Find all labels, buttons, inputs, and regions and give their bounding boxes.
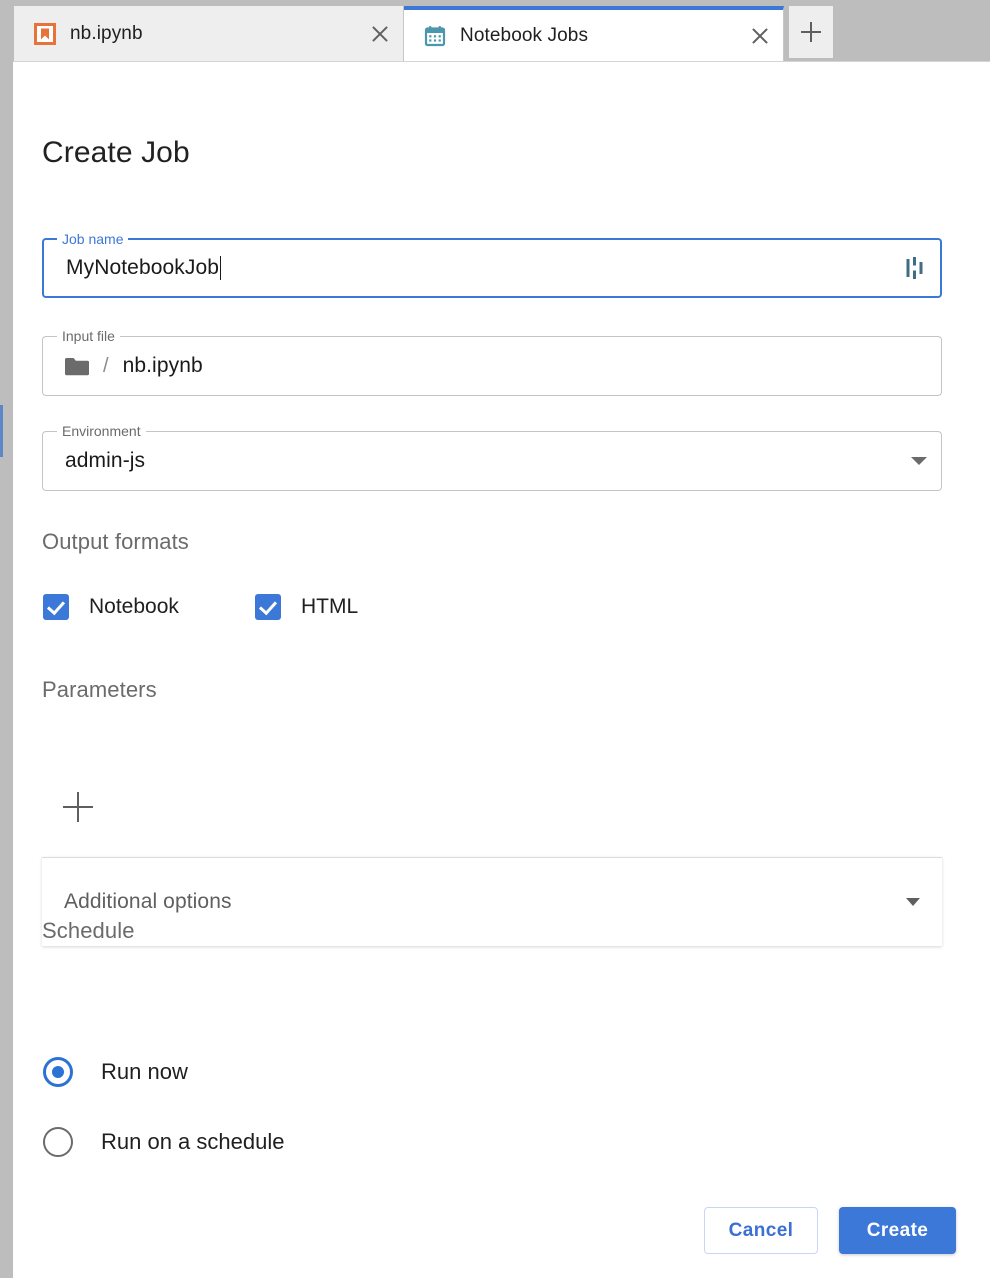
input-file-value: nb.ipynb	[122, 354, 203, 377]
checkbox-notebook[interactable]: Notebook	[43, 594, 179, 620]
add-parameter-button[interactable]	[63, 792, 93, 822]
chevron-down-icon[interactable]	[906, 898, 920, 906]
radio-run-now[interactable]: Run now	[43, 1057, 188, 1087]
radio-selected-icon[interactable]	[43, 1057, 73, 1087]
environment-select[interactable]: Environment admin-js	[42, 423, 942, 491]
text-cursor	[220, 256, 222, 280]
app-window: nb.ipynb Notebook Jobs Create Job Job na…	[0, 0, 990, 1278]
close-icon[interactable]	[367, 21, 393, 47]
job-name-value: MyNotebookJob	[66, 256, 220, 279]
radio-label: Run now	[101, 1059, 188, 1084]
schedule-heading: Schedule	[42, 918, 135, 943]
tab-nb-ipynb[interactable]: nb.ipynb	[14, 6, 404, 61]
input-file-label: Input file	[57, 328, 120, 344]
checkbox-html[interactable]: HTML	[255, 594, 358, 620]
radio-run-on-a-schedule[interactable]: Run on a schedule	[43, 1127, 284, 1157]
create-job-panel: Create Job Job name MyNotebookJob Input …	[13, 62, 990, 1278]
tab-bar-left-padding	[0, 0, 14, 61]
jupyterlab-icon[interactable]	[906, 257, 926, 279]
left-sidebar-rail[interactable]	[0, 61, 13, 1278]
checkbox-checked-icon[interactable]	[255, 594, 281, 620]
calendar-icon	[424, 25, 446, 46]
job-name-label: Job name	[57, 231, 129, 247]
tab-label: nb.ipynb	[70, 22, 143, 44]
create-button[interactable]: Create	[839, 1207, 956, 1254]
output-formats-heading: Output formats	[42, 529, 189, 554]
radio-unselected-icon[interactable]	[43, 1127, 73, 1157]
additional-options-accordion[interactable]: Additional options	[42, 857, 942, 946]
job-name-input[interactable]: Job name MyNotebookJob	[42, 231, 942, 298]
tab-bar: nb.ipynb Notebook Jobs	[0, 0, 990, 61]
input-file-field[interactable]: Input file / nb.ipynb	[42, 328, 942, 396]
checkbox-label: Notebook	[89, 595, 179, 618]
new-tab-button[interactable]	[789, 6, 833, 58]
chevron-down-icon[interactable]	[911, 457, 927, 465]
environment-value: admin-js	[65, 449, 146, 472]
radio-label: Run on a schedule	[101, 1129, 285, 1154]
folder-icon	[65, 357, 89, 375]
page-title: Create Job	[42, 136, 190, 169]
close-icon[interactable]	[747, 23, 773, 49]
environment-label: Environment	[57, 423, 146, 439]
tab-label: Notebook Jobs	[460, 24, 589, 46]
cancel-button[interactable]: Cancel	[704, 1207, 818, 1254]
checkbox-label: HTML	[301, 595, 359, 618]
sidebar-active-indicator	[0, 405, 3, 457]
additional-options-label: Additional options	[64, 890, 232, 913]
checkbox-checked-icon[interactable]	[43, 594, 69, 620]
parameters-heading: Parameters	[42, 677, 157, 702]
notebook-file-icon	[34, 22, 56, 45]
path-separator: /	[103, 354, 109, 377]
tab-notebook-jobs[interactable]: Notebook Jobs	[404, 6, 784, 61]
